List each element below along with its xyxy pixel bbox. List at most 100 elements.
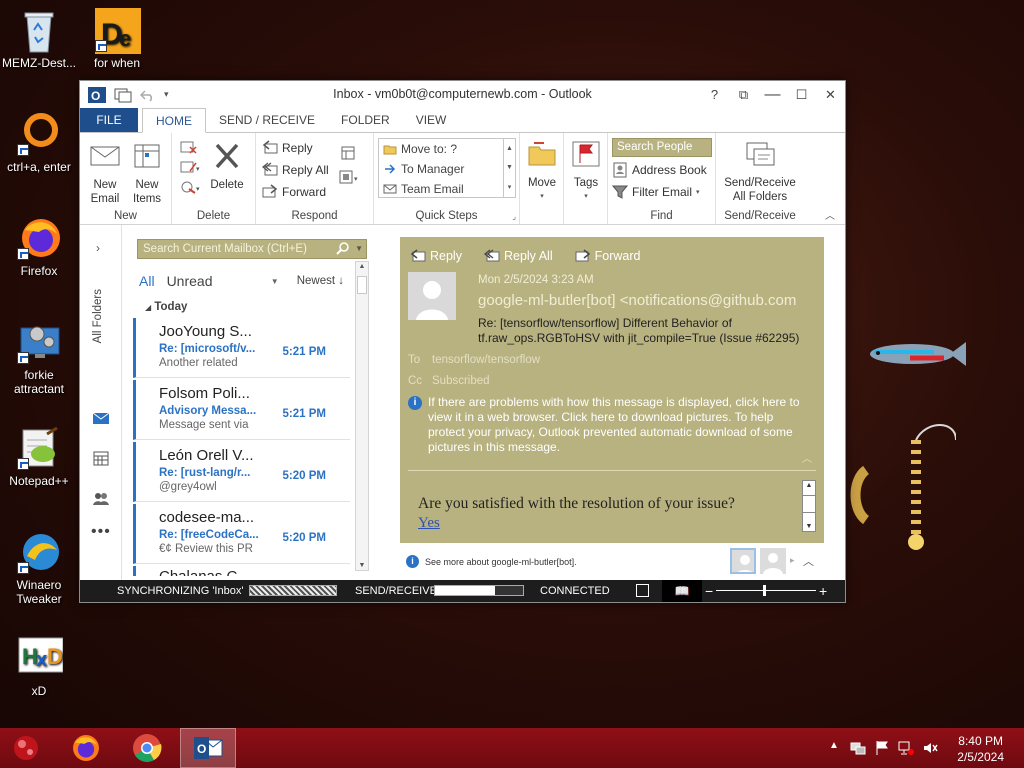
message-list-scrollbar[interactable]: ▲ ▼: [355, 261, 369, 571]
people-pane-avatar[interactable]: [760, 548, 786, 574]
scroll-up-icon[interactable]: ▲: [356, 263, 368, 270]
collapse-ribbon-icon[interactable]: ︿: [825, 207, 835, 222]
to-value[interactable]: tensorflow/tensorflow: [432, 354, 540, 366]
taskbar-chrome[interactable]: [119, 728, 175, 768]
network-sharing-icon[interactable]: [850, 740, 866, 756]
reply-all-button[interactable]: Reply All: [262, 160, 329, 180]
undo-icon[interactable]: [140, 88, 156, 102]
network-icon[interactable]: [898, 740, 914, 756]
people-pane-avatar[interactable]: [730, 548, 756, 574]
junk-icon[interactable]: ▾: [180, 179, 202, 195]
tab-send-receive[interactable]: SEND / RECEIVE: [206, 108, 328, 132]
desktop-icon-forkie[interactable]: forkie attractant: [0, 320, 78, 396]
message-item[interactable]: Chalanas C...: [133, 566, 350, 576]
tags-button[interactable]: Tags ▾: [566, 139, 606, 204]
taskbar-firefox[interactable]: [58, 728, 114, 768]
send-receive-all-button[interactable]: Send/Receive All Folders: [720, 139, 800, 204]
scroll-down-icon[interactable]: ▼: [803, 523, 815, 530]
action-center-flag-icon[interactable]: [874, 740, 890, 756]
people-pane-next-icon[interactable]: ▸: [790, 555, 795, 566]
tab-home[interactable]: HOME: [142, 108, 206, 133]
search-icon[interactable]: [336, 242, 350, 256]
tab-view[interactable]: VIEW: [403, 108, 460, 132]
scroll-thumb[interactable]: [803, 495, 815, 513]
desktop-icon-memz[interactable]: MEMZ-Dest...: [0, 8, 78, 70]
search-mailbox-input[interactable]: Search Current Mailbox (Ctrl+E) ▼: [137, 239, 367, 259]
quick-step-move-to[interactable]: Move to: ?: [379, 139, 515, 159]
scroll-up-icon[interactable]: ▲: [803, 482, 815, 489]
collapse-header-icon[interactable]: ︿: [802, 450, 812, 465]
new-items-button[interactable]: New Items: [126, 141, 168, 206]
desktop-icon-for-when[interactable]: De for when: [78, 8, 156, 70]
message-item[interactable]: León Orell V... Re: [rust-lang/r... @gre…: [133, 442, 350, 502]
tab-folder[interactable]: FOLDER: [328, 108, 403, 132]
message-item[interactable]: JooYoung S... Re: [microsoft/v... Anothe…: [133, 318, 350, 378]
help-button[interactable]: ?: [700, 81, 729, 108]
scroll-down-icon[interactable]: ▼: [356, 562, 368, 569]
expand-folder-pane-icon[interactable]: ›: [96, 241, 100, 255]
close-button[interactable]: ✕: [816, 81, 845, 108]
zoom-out-button[interactable]: −: [705, 583, 713, 599]
people-icon[interactable]: [92, 489, 110, 507]
meeting-reply-icon[interactable]: [340, 145, 356, 161]
maximize-button[interactable]: ☐: [787, 81, 816, 108]
volume-muted-icon[interactable]: [922, 740, 938, 756]
desktop-icon-winaero[interactable]: Winaero Tweaker: [0, 530, 78, 606]
clean-up-icon[interactable]: ▾: [180, 159, 202, 175]
desktop-icon-notepadpp[interactable]: Notepad++: [0, 426, 78, 488]
scroll-thumb[interactable]: [357, 276, 367, 294]
show-hidden-icons[interactable]: ▲: [829, 740, 839, 751]
quick-step-to-manager[interactable]: To Manager: [379, 159, 515, 179]
forward-button[interactable]: Forward: [262, 182, 326, 202]
ribbon-display-button[interactable]: ⧉: [729, 81, 758, 108]
move-button[interactable]: Move ▾: [522, 139, 562, 204]
quick-step-team-email[interactable]: Team Email: [379, 179, 515, 199]
zoom-slider-thumb[interactable]: [763, 585, 766, 596]
start-button[interactable]: [0, 728, 52, 768]
calendar-icon[interactable]: [92, 449, 110, 467]
mail-icon[interactable]: [92, 409, 110, 427]
reading-forward-button[interactable]: Forward: [575, 249, 640, 263]
new-email-button[interactable]: New Email: [84, 141, 126, 206]
see-more-about[interactable]: i See more about google-ml-butler[bot].: [406, 555, 577, 568]
message-body-link-yes[interactable]: Yes: [418, 515, 440, 532]
reading-view-icon[interactable]: 📖: [662, 580, 702, 602]
message-sender[interactable]: google-ml-butler[bot] <notifications@git…: [478, 292, 796, 309]
delete-button[interactable]: Delete: [204, 141, 250, 192]
message-body-scrollbar[interactable]: ▲ ▼: [802, 480, 816, 532]
search-people-input[interactable]: Search People: [612, 138, 712, 157]
more-respond-icon[interactable]: ▾: [338, 169, 360, 185]
cc-value[interactable]: Subscribed: [432, 375, 490, 387]
system-clock[interactable]: 8:40 PM 2/5/2024: [957, 733, 1004, 765]
reading-reply-button[interactable]: Reply: [410, 249, 462, 263]
taskbar-outlook[interactable]: O: [180, 728, 236, 768]
filter-dropdown-icon[interactable]: ▼: [271, 277, 279, 286]
filter-email-button[interactable]: Filter Email ▾: [612, 182, 700, 202]
desktop-icon-ctrl-a-enter[interactable]: ctrl+a, enter: [0, 112, 78, 174]
message-item[interactable]: codesee-ma... Re: [freeCodeCa... €¢ Revi…: [133, 504, 350, 564]
group-header-today[interactable]: ◢ Today: [145, 301, 187, 313]
desktop-icon-xd[interactable]: HxD xD: [0, 636, 78, 698]
reply-button[interactable]: Reply: [262, 138, 313, 158]
filter-all[interactable]: All: [139, 273, 155, 289]
address-book-button[interactable]: Address Book: [612, 160, 707, 180]
ignore-icon[interactable]: [180, 139, 198, 155]
quick-steps-scroll[interactable]: ▲ ▼ ▾: [503, 139, 515, 197]
desktop-icon-firefox[interactable]: Firefox: [0, 216, 78, 278]
tab-file[interactable]: FILE: [80, 108, 138, 132]
more-modules-icon[interactable]: •••: [91, 523, 111, 541]
message-item[interactable]: Folsom Poli... Advisory Messa... Message…: [133, 380, 350, 440]
filter-unread[interactable]: Unread: [167, 273, 213, 289]
quick-steps-launcher-icon[interactable]: ⌟: [512, 212, 516, 221]
zoom-in-button[interactable]: +: [819, 583, 827, 599]
expand-people-pane-icon[interactable]: ︿: [803, 553, 814, 569]
search-scope-dropdown-icon[interactable]: ▼: [355, 244, 363, 253]
send-receive-all-icon[interactable]: [114, 87, 132, 103]
all-folders-label[interactable]: All Folders: [92, 289, 104, 343]
normal-view-icon[interactable]: [636, 584, 649, 597]
zoom-slider-track[interactable]: [716, 590, 816, 591]
minimize-button[interactable]: —: [758, 81, 787, 108]
reading-reply-all-button[interactable]: Reply All: [483, 249, 553, 263]
collapse-group-icon[interactable]: ◢: [145, 303, 151, 312]
infobar[interactable]: i If there are problems with how this me…: [408, 395, 808, 455]
